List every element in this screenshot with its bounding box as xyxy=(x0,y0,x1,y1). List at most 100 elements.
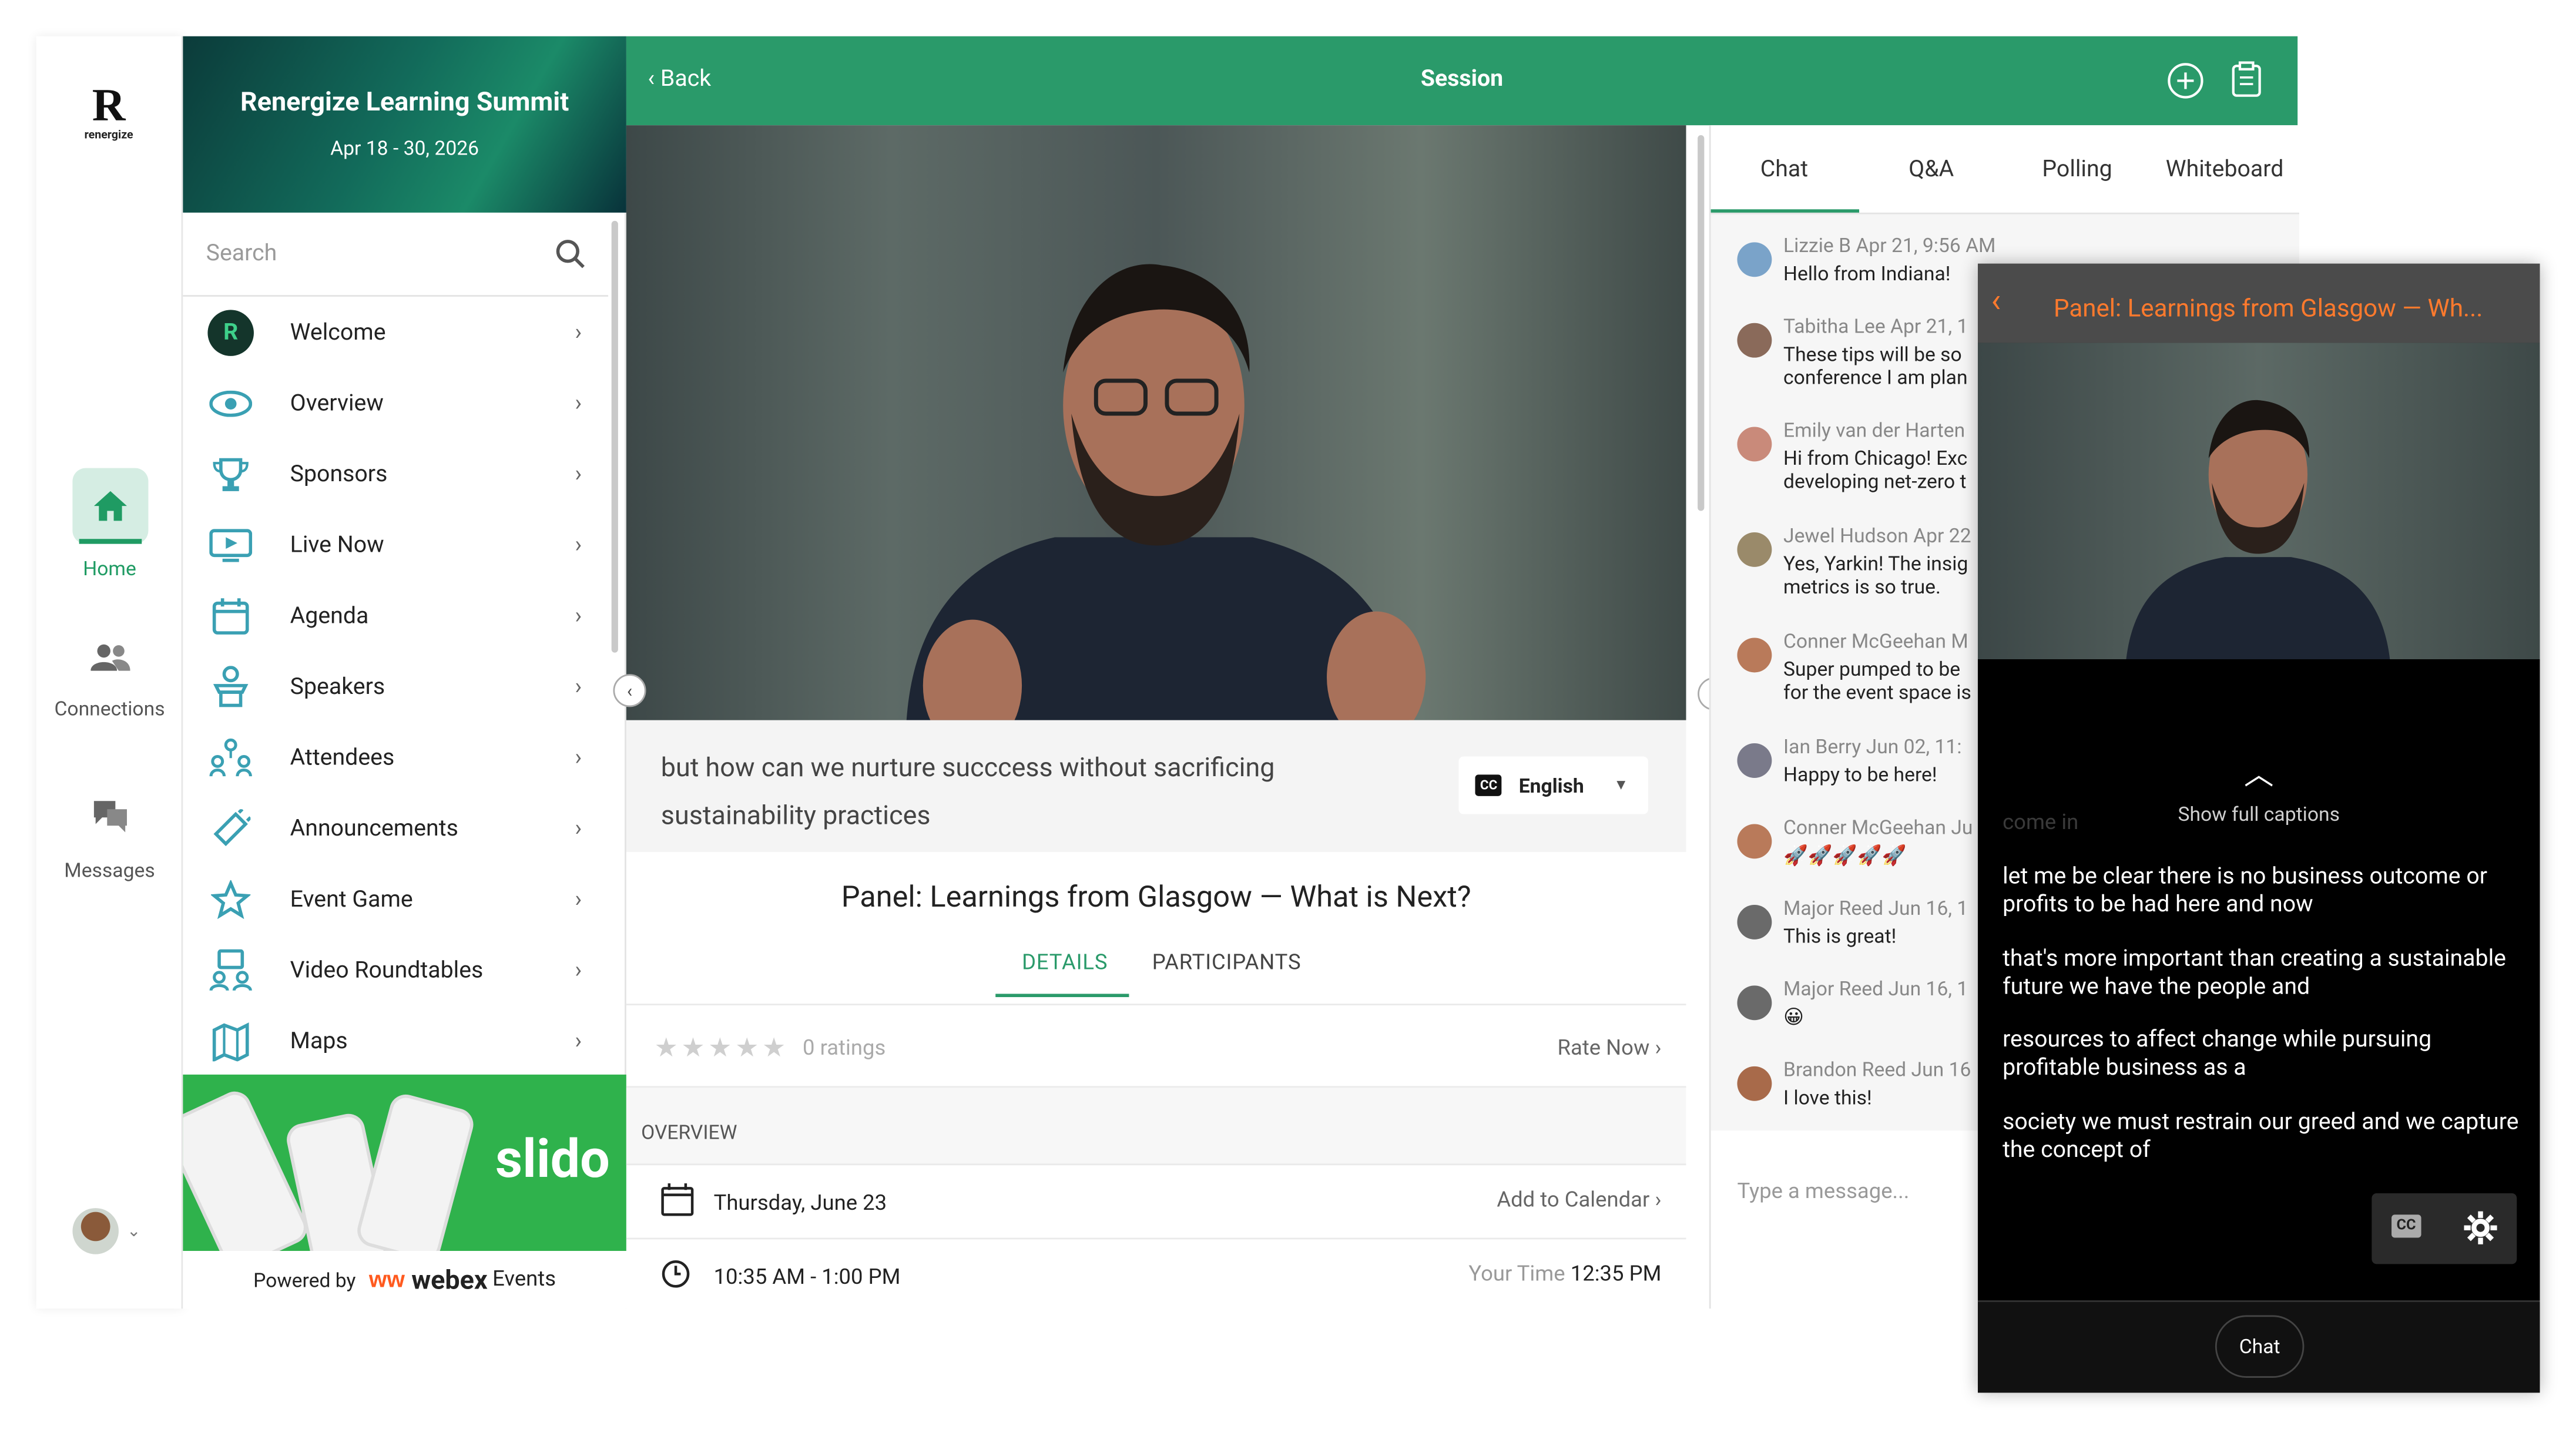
clock-icon xyxy=(661,1259,690,1296)
rail-connections[interactable]: Connections xyxy=(36,643,183,720)
message-author: Lizzie B Apr 21, 9:56 AM xyxy=(1783,234,1996,257)
sidebar-item-event-game[interactable]: Event Game › xyxy=(183,864,608,935)
chevron-right-icon: › xyxy=(1655,1188,1662,1213)
chevron-left-icon: ‹ xyxy=(613,674,646,707)
calendar-icon xyxy=(207,592,254,639)
sidebar-item-label: Overview xyxy=(290,390,384,417)
sidebar-item-live-now[interactable]: Live Now › xyxy=(183,509,608,581)
tab-participants[interactable]: PARTICIPANTS xyxy=(1152,951,1302,975)
caption-line: resources to affect change while pursuin… xyxy=(2003,1026,2432,1082)
sidebar-item-welcome[interactable]: R Welcome › xyxy=(183,297,608,368)
your-time: Your Time 12:35 PM xyxy=(1468,1263,1661,1287)
mobile-chat-button[interactable]: Chat xyxy=(2215,1315,2305,1378)
sidebar-item-overview[interactable]: Overview › xyxy=(183,368,608,439)
chat-input[interactable]: Type a message... xyxy=(1737,1180,1909,1205)
tab-whiteboard[interactable]: Whiteboard xyxy=(2166,156,2284,183)
megaphone-icon xyxy=(207,805,254,851)
message-author: Conner McGeehan Ju xyxy=(1783,816,1973,839)
rail-home[interactable]: Home xyxy=(36,468,183,581)
chevron-right-icon: › xyxy=(575,885,582,912)
caption-bar: but how can we nurture succcess without … xyxy=(626,720,1686,853)
sidebar-item-agenda[interactable]: Agenda › xyxy=(183,580,608,651)
engagement-tabs: Chat Q&A Polling Whiteboard xyxy=(1710,125,2299,214)
message-text: Hi from Chicago! Exc developing net-zero… xyxy=(1783,447,1968,493)
roundtable-icon xyxy=(207,947,254,993)
session-details: Panel: Learnings from Glasgow — What is … xyxy=(626,852,1686,1309)
message-author: Major Reed Jun 16, 1 xyxy=(1783,977,1968,1001)
tab-chat[interactable]: Chat xyxy=(1760,156,1808,183)
event-title: Renergize Learning Summit xyxy=(240,85,569,118)
app-logo: R renergize xyxy=(69,80,149,142)
powered-by-label: Powered by xyxy=(253,1268,356,1291)
session-date: Thursday, June 23 xyxy=(713,1192,887,1217)
sidebar-item-speakers[interactable]: Speakers › xyxy=(183,651,608,722)
event-banner: Renergize Learning Summit Apr 18 - 30, 2… xyxy=(183,36,626,213)
tab-details[interactable]: DETAILS xyxy=(1022,951,1108,975)
message-author: Ian Berry Jun 02, 11: xyxy=(1783,735,1962,759)
sidebar-item-sponsors[interactable]: Sponsors › xyxy=(183,438,608,509)
mobile-back-icon[interactable]: ‹ xyxy=(1991,283,2001,316)
sidebar-item-announcements[interactable]: Announcements › xyxy=(183,793,608,864)
language-value: English xyxy=(1518,773,1584,797)
video-player[interactable] xyxy=(626,125,1686,720)
sidebar-item-label: Event Game xyxy=(290,885,413,912)
sidebar-item-label: Attendees xyxy=(290,744,395,771)
home-icon xyxy=(72,468,148,544)
eye-icon xyxy=(207,380,254,427)
chevron-right-icon: › xyxy=(575,744,582,771)
rail-messages[interactable]: Messages xyxy=(36,798,183,882)
search-bar[interactable]: Search xyxy=(183,213,609,297)
event-dates: Apr 18 - 30, 2026 xyxy=(330,136,479,160)
content-scrollbar[interactable] xyxy=(1698,135,1705,511)
avatar xyxy=(1737,904,1772,940)
add-to-calendar-link[interactable]: Add to Calendar › xyxy=(1497,1188,1661,1213)
cc-toggle[interactable]: CC xyxy=(2391,1214,2421,1238)
your-time-value: 12:35 PM xyxy=(1570,1262,1662,1287)
sponsor-banner[interactable]: slido xyxy=(183,1074,626,1251)
tab-polling[interactable]: Polling xyxy=(2042,156,2112,183)
sidebar-item-label: Sponsors xyxy=(290,460,388,487)
speaker-video-frame xyxy=(906,264,1426,720)
collapse-left-button[interactable]: ‹ xyxy=(613,674,646,707)
connections-icon xyxy=(36,643,183,677)
rating-row: ★★★★★ 0 ratings Rate Now › xyxy=(626,1004,1686,1088)
rate-now-label: Rate Now xyxy=(1557,1036,1650,1062)
sidebar-scrollbar[interactable] xyxy=(611,220,618,653)
sidebar-item-video-roundtables[interactable]: Video Roundtables › xyxy=(183,934,608,1005)
search-icon[interactable] xyxy=(555,239,585,276)
event-sidebar: Renergize Learning Summit Apr 18 - 30, 2… xyxy=(183,36,626,1309)
logo-mark-icon: R xyxy=(92,80,126,132)
left-rail: R renergize Home Connections Messages ⌄ xyxy=(36,36,183,1309)
notes-icon[interactable] xyxy=(2232,61,2261,104)
powered-brand-suffix: Events xyxy=(492,1267,556,1293)
sidebar-item-maps[interactable]: Maps › xyxy=(183,1005,608,1076)
chevron-right-icon: › xyxy=(575,815,582,841)
chevron-right-icon: › xyxy=(575,531,582,558)
home-label: Home xyxy=(83,557,136,581)
language-select[interactable]: CC English ▼ xyxy=(1458,756,1648,814)
tab-qa[interactable]: Q&A xyxy=(1908,156,1954,183)
mobile-video[interactable] xyxy=(1978,343,2540,659)
sidebar-item-label: Maps xyxy=(290,1027,348,1054)
map-icon xyxy=(207,1018,254,1064)
logo-text: renergize xyxy=(84,128,133,142)
add-icon[interactable] xyxy=(2168,63,2204,106)
sidebar-item-label: Speakers xyxy=(290,673,385,700)
caret-down-icon: ▼ xyxy=(1614,777,1629,795)
message-author: Major Reed Jun 16, 1 xyxy=(1783,896,1968,920)
settings-gear-icon[interactable] xyxy=(2463,1210,2499,1253)
star-rating-icon[interactable]: ★★★★★ xyxy=(655,1032,789,1063)
sidebar-item-attendees[interactable]: Attendees › xyxy=(183,722,608,793)
connections-label: Connections xyxy=(54,697,165,720)
mobile-header: ‹ Panel: Learnings from Glasgow — Wh... xyxy=(1978,263,2540,343)
message-text: Yes, Yarkin! The insig metrics is so tru… xyxy=(1783,552,1968,599)
chevron-right-icon: › xyxy=(575,1027,582,1054)
add-to-calendar-label: Add to Calendar xyxy=(1497,1188,1650,1213)
caption-line: society we must restrain our greed and w… xyxy=(2003,1109,2519,1164)
avatar xyxy=(1737,1066,1772,1101)
tab-active-indicator xyxy=(995,994,1129,998)
search-input[interactable]: Search xyxy=(206,241,277,267)
user-menu[interactable]: ⌄ xyxy=(72,1206,155,1256)
rate-now-link[interactable]: Rate Now › xyxy=(1558,1036,1662,1061)
sponsor-word: slido xyxy=(495,1127,610,1190)
